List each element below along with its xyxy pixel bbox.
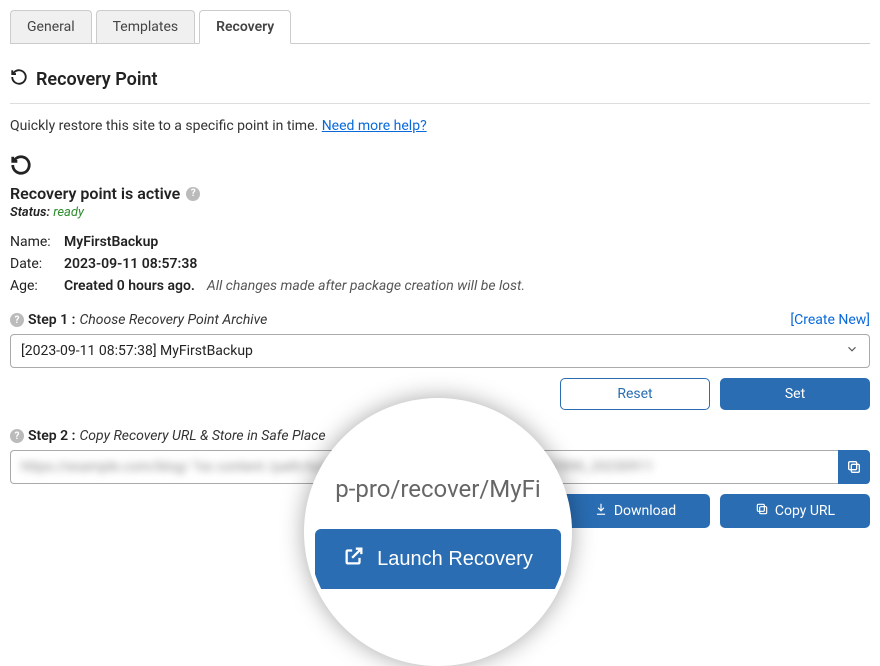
step2-desc: Copy Recovery URL & Store in Safe Place	[79, 428, 325, 444]
name-value: MyFirstBackup	[64, 234, 158, 250]
undo-icon	[10, 164, 32, 180]
section-title: Recovery Point	[36, 69, 158, 90]
copy-icon	[755, 502, 769, 520]
status-label: Status:	[10, 205, 50, 220]
url-fragment: p-pro/recover/MyFi	[335, 475, 540, 503]
highlight-overlay: p-pro/recover/MyFi Launch Recovery	[304, 398, 572, 666]
tab-general[interactable]: General	[10, 10, 92, 43]
date-value: 2023-09-11 08:57:38	[64, 256, 197, 272]
archive-selected: [2023-09-11 08:57:38] MyFirstBackup	[21, 343, 253, 359]
status-line: Status: ready	[10, 205, 870, 220]
section-header: Recovery Point	[10, 60, 870, 104]
date-label: Date:	[10, 256, 56, 272]
status-title: Recovery point is active ?	[10, 184, 870, 203]
age-note: All changes made after package creation …	[207, 278, 525, 294]
chevron-down-icon	[845, 342, 859, 360]
archive-select[interactable]: [2023-09-11 08:57:38] MyFirstBackup	[10, 334, 870, 368]
info-age-row: Age: Created 0 hours ago. All changes ma…	[10, 278, 870, 294]
copy-url-label: Copy URL	[775, 503, 835, 519]
age-value: Created 0 hours ago.	[64, 278, 195, 294]
create-new-link[interactable]: [Create New]	[790, 312, 870, 328]
step1-desc: Choose Recovery Point Archive	[79, 312, 267, 328]
step2-label: Step 2 :	[28, 428, 75, 444]
launch-recovery-button[interactable]: Launch Recovery	[315, 529, 561, 589]
launch-recovery-label: Launch Recovery	[377, 548, 533, 571]
intro-text: Quickly restore this site to a specific …	[10, 118, 870, 134]
intro-body: Quickly restore this site to a specific …	[10, 118, 318, 134]
help-icon[interactable]: ?	[186, 187, 200, 201]
tab-bar: General Templates Recovery	[10, 10, 870, 44]
tab-templates[interactable]: Templates	[96, 10, 196, 43]
download-label: Download	[614, 503, 676, 519]
status-block: Recovery point is active ? Status: ready	[10, 154, 870, 220]
external-link-icon	[343, 545, 365, 573]
status-title-text: Recovery point is active	[10, 184, 180, 203]
set-button[interactable]: Set	[720, 378, 870, 410]
name-label: Name:	[10, 234, 56, 250]
tab-recovery[interactable]: Recovery	[199, 10, 291, 44]
help-icon[interactable]: ?	[10, 429, 24, 443]
reset-button[interactable]: Reset	[560, 378, 710, 410]
info-date-row: Date: 2023-09-11 08:57:38	[10, 256, 870, 272]
status-value: ready	[53, 205, 84, 220]
age-label: Age:	[10, 278, 56, 294]
need-help-link[interactable]: Need more help?	[322, 118, 427, 134]
step1-label: Step 1 :	[28, 312, 75, 328]
help-icon[interactable]: ?	[10, 313, 24, 327]
download-button[interactable]: Download	[560, 494, 710, 528]
step1-section: ? Step 1 : Choose Recovery Point Archive…	[10, 312, 870, 410]
undo-icon	[10, 68, 28, 91]
copy-url-button[interactable]: Copy URL	[720, 494, 870, 528]
copy-url-icon-button[interactable]	[838, 450, 870, 484]
info-name-row: Name: MyFirstBackup	[10, 234, 870, 250]
download-icon	[594, 502, 608, 520]
